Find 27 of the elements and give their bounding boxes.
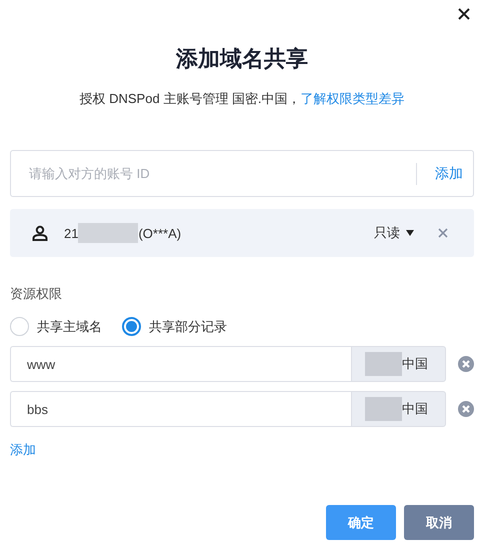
record-field[interactable]: bbs	[10, 391, 351, 427]
scope-radio[interactable]: 共享主域名	[10, 317, 102, 336]
redaction-mark	[78, 223, 138, 243]
cancel-button[interactable]: 取消	[404, 505, 474, 540]
close-button[interactable]	[456, 6, 472, 22]
redaction-mark	[365, 397, 402, 421]
remove-record-button[interactable]	[458, 356, 474, 372]
account-id-field[interactable]: 请输入对方的账号 ID 添加	[10, 150, 474, 197]
caret-icon	[406, 230, 414, 236]
domain-suffix: 中国	[402, 355, 428, 373]
record-field[interactable]: www	[10, 346, 351, 382]
redaction-mark	[365, 352, 402, 376]
remove-member-button[interactable]	[438, 228, 448, 238]
confirm-button[interactable]: 确定	[326, 505, 396, 540]
permission-types-link[interactable]: 了解权限类型差异	[300, 91, 405, 106]
permission-dropdown[interactable]: 只读	[374, 224, 414, 242]
dialog-title: 添加域名共享	[174, 45, 309, 73]
scope-radio[interactable]: 共享部分记录	[122, 317, 227, 336]
member-name: (O***A)	[138, 226, 182, 240]
dialog-subtitle: 授权 DNSPod 主账号管理 国密.中国，了解权限类型差异	[78, 90, 406, 108]
user-icon	[32, 225, 48, 241]
member-id: 21	[64, 226, 78, 240]
remove-record-button[interactable]	[458, 401, 474, 417]
domain-suffix: 中国	[402, 400, 428, 418]
add-account-button[interactable]: 添加	[416, 162, 463, 184]
add-record-link[interactable]: 添加	[10, 441, 36, 459]
resource-permission-label: 资源权限	[10, 285, 63, 303]
